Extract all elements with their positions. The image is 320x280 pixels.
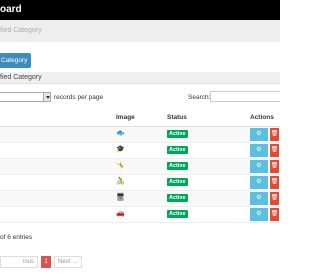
image-icon: 🎓 — [116, 146, 125, 153]
panel-header: fied Category — [0, 72, 280, 84]
status-cell: Active — [167, 174, 250, 191]
status-badge: Active — [167, 162, 188, 170]
status-cell: Active — [167, 190, 250, 207]
records-per-page-select[interactable] — [0, 92, 51, 102]
table-row: 🎓 Active ⚙ 🗑 — [0, 142, 280, 159]
image-cell: 🖥 — [116, 190, 167, 207]
actions-cell: ⚙ 🗑 — [250, 174, 280, 191]
image-cell: 🎓 — [116, 142, 167, 159]
image-icon: 🚗 — [116, 210, 125, 217]
column-header-image[interactable]: Image — [116, 110, 167, 127]
delete-button[interactable]: 🗑 — [270, 191, 279, 205]
settings-button[interactable]: ⚙ — [250, 127, 268, 141]
name-cell — [0, 206, 116, 223]
image-icon: 🤸 — [116, 162, 125, 169]
panel-title: fied Category — [0, 74, 42, 81]
status-cell: Active — [167, 158, 250, 175]
table-row: 🤸 Active ⚙ 🗑 — [0, 158, 280, 175]
status-cell: Active — [167, 142, 250, 159]
app-title: oard — [0, 4, 22, 15]
settings-button[interactable]: ⚙ — [250, 191, 268, 205]
status-badge: Active — [167, 194, 188, 202]
name-cell — [0, 158, 116, 175]
settings-button[interactable]: ⚙ — [250, 159, 268, 173]
status-badge: Active — [167, 146, 188, 154]
table-row: 🖥 Active ⚙ 🗑 — [0, 190, 280, 207]
column-header-status[interactable]: Status — [167, 110, 250, 127]
table-info: of 6 entries — [0, 234, 33, 241]
actions-cell: ⚙ 🗑 — [250, 142, 280, 159]
delete-button[interactable]: 🗑 — [270, 143, 279, 157]
image-cell: 🐟 — [116, 126, 167, 143]
actions-cell: ⚙ 🗑 — [250, 158, 280, 175]
delete-button[interactable]: 🗑 — [270, 127, 279, 141]
column-header-actions: Actions — [250, 110, 280, 127]
actions-cell: ⚙ 🗑 — [250, 190, 280, 207]
table-row: 🚗 Active ⚙ 🗑 — [0, 206, 280, 223]
category-table: Image Status Actions 🐟 Active ⚙ 🗑 🎓 Activ… — [0, 110, 280, 223]
table-row: 🐟 Active ⚙ 🗑 — [0, 126, 280, 143]
status-cell: Active — [167, 126, 250, 143]
name-cell — [0, 190, 116, 207]
actions-cell: ⚙ 🗑 — [250, 206, 280, 223]
delete-button[interactable]: 🗑 — [270, 175, 279, 189]
image-cell: 🚴 — [116, 174, 167, 191]
table-header-row: Image Status Actions — [0, 110, 280, 127]
image-icon: 🚴 — [116, 178, 125, 185]
breadcrumb-label: fied Category — [0, 27, 42, 34]
pagination-previous[interactable]: ious — [0, 256, 38, 268]
search-input[interactable] — [210, 91, 280, 102]
image-icon: 🖥 — [116, 194, 125, 201]
chevron-down-icon[interactable] — [43, 93, 50, 101]
delete-button[interactable]: 🗑 — [270, 159, 279, 173]
status-badge: Active — [167, 210, 188, 218]
actions-cell: ⚙ 🗑 — [250, 126, 280, 143]
column-header-name[interactable] — [0, 110, 116, 127]
status-cell: Active — [167, 206, 250, 223]
settings-button[interactable]: ⚙ — [250, 175, 268, 189]
add-category-button[interactable]: Category — [0, 53, 31, 68]
delete-button[interactable]: 🗑 — [270, 207, 279, 221]
name-cell — [0, 142, 116, 159]
breadcrumb: fied Category — [0, 20, 280, 42]
pagination-next[interactable]: Next → — [54, 256, 82, 268]
status-badge: Active — [167, 130, 188, 138]
image-cell: 🤸 — [116, 158, 167, 175]
top-navbar: oard — [0, 0, 280, 20]
records-per-page-label: records per page — [54, 94, 104, 101]
image-icon: 🐟 — [116, 130, 125, 137]
search-label: Search: — [188, 94, 211, 101]
name-cell — [0, 174, 116, 191]
status-badge: Active — [167, 178, 188, 186]
table-row: 🚴 Active ⚙ 🗑 — [0, 174, 280, 191]
pagination-page-1[interactable]: 1 — [41, 256, 51, 268]
image-cell: 🚗 — [116, 206, 167, 223]
settings-button[interactable]: ⚙ — [250, 143, 268, 157]
settings-button[interactable]: ⚙ — [250, 207, 268, 221]
name-cell — [0, 126, 116, 143]
